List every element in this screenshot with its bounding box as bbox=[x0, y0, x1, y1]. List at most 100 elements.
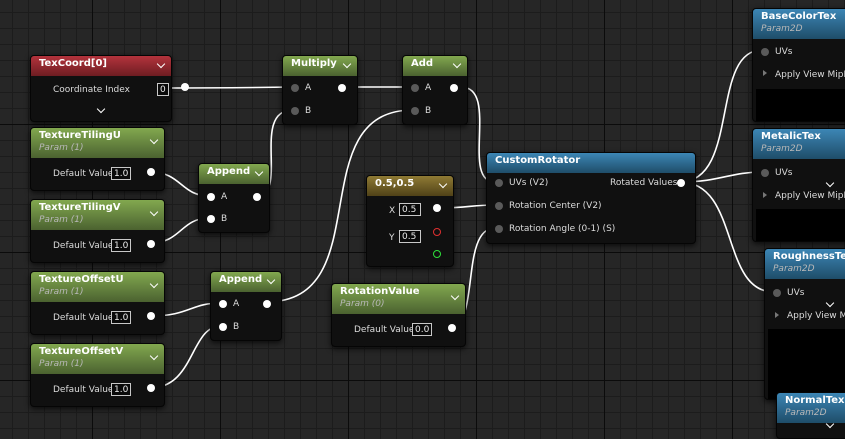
chevron-down-icon[interactable] bbox=[825, 178, 835, 188]
chevron-down-icon[interactable] bbox=[149, 279, 159, 289]
rotation-value-node[interactable]: RotationValue Param (0) Default Value 0.… bbox=[331, 283, 466, 347]
pin-b-label: B bbox=[221, 214, 228, 224]
node-header[interactable]: NormalTex Param2D bbox=[777, 393, 845, 423]
node-header[interactable]: Append bbox=[199, 164, 269, 184]
chevron-down-icon[interactable] bbox=[149, 351, 159, 361]
texcoord-node[interactable]: TexCoord[0] Coordinate Index 0 bbox=[30, 55, 189, 122]
node-subtitle: Param2D bbox=[773, 264, 815, 274]
exec-arrow-icon[interactable] bbox=[775, 312, 779, 318]
node-header[interactable]: RoughnessTex Param2D bbox=[765, 249, 845, 279]
red-channel-pin[interactable] bbox=[433, 228, 441, 236]
append-node[interactable]: Append A B bbox=[198, 163, 270, 233]
uvs-label: UVs bbox=[775, 168, 793, 178]
normal-texture-node[interactable]: NormalTex Param2D bbox=[776, 392, 845, 439]
default-value-field[interactable]: 0.0 bbox=[412, 323, 432, 336]
uvs-input-pin[interactable] bbox=[761, 48, 769, 56]
uvs-input-pin[interactable] bbox=[495, 179, 503, 187]
node-header[interactable]: RotationValue Param (0) bbox=[332, 284, 465, 314]
x-value-field[interactable]: 0.5 bbox=[399, 203, 421, 216]
chevron-down-icon[interactable] bbox=[149, 135, 159, 145]
rotated-values-output-pin[interactable] bbox=[677, 179, 685, 187]
add-node[interactable]: Add A B bbox=[402, 55, 468, 125]
chevron-down-icon[interactable] bbox=[452, 59, 462, 69]
uvs-input-label: UVs (V2) bbox=[509, 178, 549, 188]
node-header[interactable]: Multiply bbox=[283, 56, 357, 76]
node-subtitle: Param2D bbox=[761, 24, 803, 34]
texture-tiling-v-node[interactable]: TextureTilingV Param (1) Default Value 1… bbox=[30, 199, 165, 263]
node-title: MetalicTex bbox=[761, 131, 821, 142]
node-header[interactable]: TexCoord[0] bbox=[31, 56, 171, 76]
exec-arrow-icon[interactable] bbox=[763, 192, 767, 198]
output-pin[interactable] bbox=[448, 324, 456, 332]
node-header[interactable]: TextureOffsetU Param (1) bbox=[31, 272, 164, 302]
rotation-angle-input-pin[interactable] bbox=[495, 225, 503, 233]
node-header[interactable]: CustomRotator bbox=[487, 153, 695, 173]
output-pin[interactable] bbox=[147, 312, 155, 320]
input-pin-b[interactable] bbox=[291, 107, 299, 115]
node-header[interactable]: TextureTilingU Param (1) bbox=[31, 128, 164, 158]
green-channel-pin[interactable] bbox=[433, 250, 441, 258]
texture-offset-u-node[interactable]: TextureOffsetU Param (1) Default Value 1… bbox=[30, 271, 165, 335]
output-pin[interactable] bbox=[147, 168, 155, 176]
node-header[interactable]: Add bbox=[403, 56, 467, 76]
input-pin-a[interactable] bbox=[291, 84, 299, 92]
chevron-down-icon[interactable] bbox=[149, 207, 159, 217]
coordinate-index-field[interactable]: 0 bbox=[157, 83, 169, 96]
apply-view-mipbias-label: Apply View MipBias bbox=[775, 191, 845, 201]
default-value-field[interactable]: 1.0 bbox=[111, 383, 131, 396]
uvs-input-pin[interactable] bbox=[773, 289, 781, 297]
default-value-field[interactable]: 1.0 bbox=[111, 167, 131, 180]
wire-texcoord-multiply bbox=[155, 86, 294, 89]
node-title: TextureTilingU bbox=[39, 130, 121, 141]
uvs-input-pin[interactable] bbox=[761, 169, 769, 177]
roughness-texture-node[interactable]: RoughnessTex Param2D UVs Apply View MipB… bbox=[764, 248, 845, 400]
input-pin-a[interactable] bbox=[411, 84, 419, 92]
node-header[interactable]: 0.5,0.5 bbox=[367, 176, 453, 196]
node-header[interactable]: BaseColorTex Param2D bbox=[753, 9, 845, 39]
output-pin[interactable] bbox=[338, 84, 346, 92]
chevron-down-icon[interactable] bbox=[438, 179, 448, 189]
texture-offset-v-node[interactable]: TextureOffsetV Param (1) Default Value 1… bbox=[30, 343, 165, 407]
node-title: Multiply bbox=[291, 58, 337, 69]
output-pin[interactable] bbox=[263, 300, 271, 308]
output-pin[interactable] bbox=[181, 83, 189, 91]
y-value-field[interactable]: 0.5 bbox=[399, 230, 421, 243]
basecolor-texture-node[interactable]: BaseColorTex Param2D UVs Apply View MipB… bbox=[752, 8, 845, 122]
default-value-field[interactable]: 1.0 bbox=[111, 239, 131, 252]
input-pin-a[interactable] bbox=[207, 193, 215, 201]
output-pin[interactable] bbox=[147, 384, 155, 392]
input-pin-b[interactable] bbox=[411, 107, 419, 115]
custom-rotator-node[interactable]: CustomRotator UVs (V2) Rotated Values Ro… bbox=[486, 152, 696, 244]
rotation-center-input-pin[interactable] bbox=[495, 202, 503, 210]
output-pin[interactable] bbox=[147, 240, 155, 248]
node-header[interactable]: TextureTilingV Param (1) bbox=[31, 200, 164, 230]
input-pin-a[interactable] bbox=[219, 300, 227, 308]
chevron-down-icon[interactable] bbox=[254, 167, 264, 177]
metalic-texture-node[interactable]: MetalicTex Param2D UVs Apply View MipBia… bbox=[752, 128, 845, 242]
default-value-field[interactable]: 1.0 bbox=[111, 311, 131, 324]
chevron-down-icon[interactable] bbox=[156, 59, 166, 69]
chevron-down-icon[interactable] bbox=[96, 104, 106, 114]
multiply-node[interactable]: Multiply A B bbox=[282, 55, 358, 125]
input-pin-b[interactable] bbox=[219, 323, 227, 331]
node-subtitle: Param (1) bbox=[39, 215, 84, 225]
node-title: Add bbox=[411, 58, 434, 69]
input-pin-b[interactable] bbox=[207, 215, 215, 223]
texture-tiling-u-node[interactable]: TextureTilingU Param (1) Default Value 1… bbox=[30, 127, 165, 191]
node-header[interactable]: MetalicTex Param2D bbox=[753, 129, 845, 159]
node-header[interactable]: TextureOffsetV Param (1) bbox=[31, 344, 164, 374]
append-node[interactable]: Append A B bbox=[210, 271, 282, 341]
pin-a-label: A bbox=[305, 83, 312, 93]
chevron-down-icon[interactable] bbox=[342, 59, 352, 69]
chevron-down-icon[interactable] bbox=[825, 298, 835, 308]
chevron-down-icon[interactable] bbox=[266, 275, 276, 285]
chevron-down-icon[interactable] bbox=[450, 291, 460, 301]
exec-arrow-icon[interactable] bbox=[763, 70, 767, 76]
node-header[interactable]: Append bbox=[211, 272, 281, 292]
output-pin[interactable] bbox=[450, 84, 458, 92]
output-pin[interactable] bbox=[433, 204, 441, 212]
default-value-label: Default Value bbox=[53, 169, 114, 179]
rotation-center-label: Rotation Center (V2) bbox=[509, 201, 602, 211]
output-pin[interactable] bbox=[253, 193, 261, 201]
constant2vector-node[interactable]: 0.5,0.5 X 0.5 Y 0.5 bbox=[366, 175, 454, 267]
